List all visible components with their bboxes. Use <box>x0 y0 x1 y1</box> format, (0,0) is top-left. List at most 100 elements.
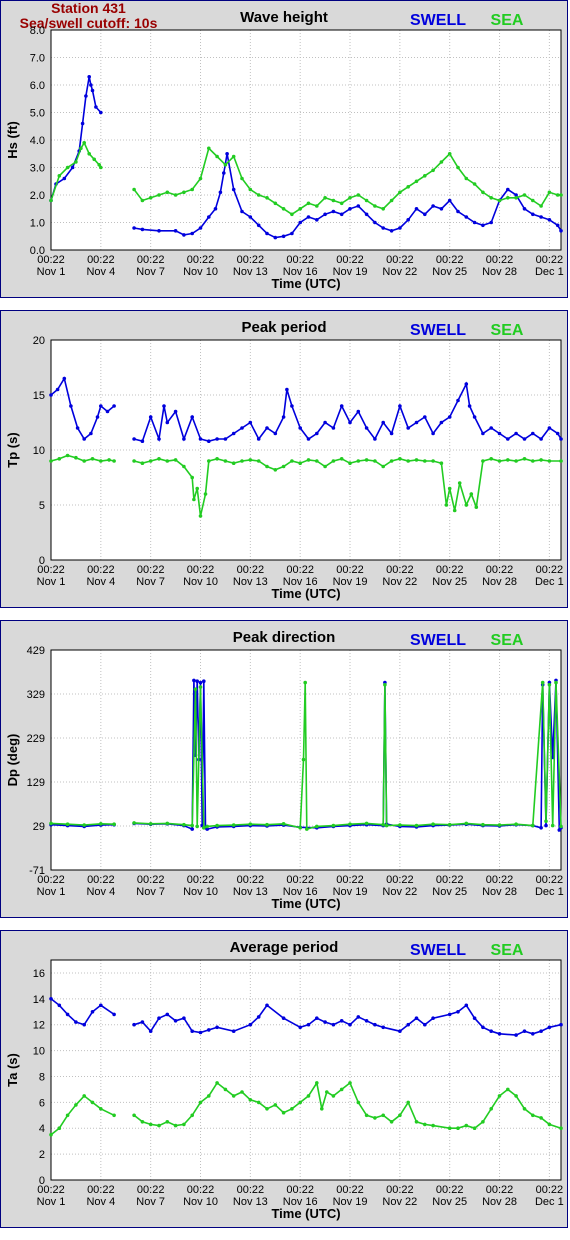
data-point-swell <box>132 437 136 441</box>
data-point-swell <box>132 1022 136 1027</box>
data-point-swell <box>373 220 377 225</box>
x-tick-date: Nov 25 <box>432 576 467 588</box>
data-point-sea <box>265 196 269 200</box>
data-point-swell <box>481 431 485 436</box>
data-point-swell <box>182 437 186 441</box>
data-point-swell <box>69 404 73 408</box>
data-point-sea <box>79 146 83 151</box>
data-point-sea <box>256 193 261 197</box>
x-tick-time: 00:22 <box>237 1184 265 1196</box>
data-point-sea <box>423 459 427 463</box>
data-point-swell <box>190 231 194 236</box>
data-point-swell <box>49 997 53 1001</box>
legend-swell: SWELL <box>410 942 466 959</box>
chart-title: Peak period <box>241 319 326 336</box>
data-point-swell <box>273 431 278 436</box>
x-tick-date: Nov 7 <box>136 576 165 588</box>
data-point-swell <box>265 426 269 430</box>
data-point-swell <box>215 1025 219 1030</box>
data-point-sea <box>298 826 303 830</box>
data-point-sea <box>452 508 457 513</box>
x-tick-time: 00:22 <box>187 1184 215 1196</box>
data-point-sea <box>303 680 308 685</box>
data-point-sea <box>547 190 552 195</box>
data-point-sea <box>522 1107 527 1111</box>
data-point-swell <box>559 229 563 233</box>
x-tick-date: Nov 22 <box>382 576 417 588</box>
y-tick-label: 1.0 <box>30 218 45 230</box>
data-point-swell <box>157 437 161 441</box>
data-point-swell <box>157 229 161 233</box>
data-point-sea <box>320 1107 324 1111</box>
data-point-sea <box>531 823 535 828</box>
data-point-swell <box>84 94 88 98</box>
chart-peak-direction: -712912922932942900:22Nov 100:22Nov 400:… <box>5 629 564 911</box>
data-point-sea <box>165 821 170 826</box>
data-point-sea <box>215 154 219 159</box>
data-point-swell <box>539 1029 543 1033</box>
data-point-swell <box>447 198 452 203</box>
data-point-swell <box>285 387 289 392</box>
data-point-sea <box>173 1123 178 1128</box>
data-point-sea <box>389 198 394 203</box>
data-point-swell <box>248 215 253 219</box>
data-point-sea <box>57 457 62 461</box>
x-tick-date: Nov 28 <box>482 886 517 898</box>
data-point-sea <box>148 1122 153 1127</box>
chart-title: Peak direction <box>233 629 336 646</box>
data-point-swell <box>481 1025 485 1030</box>
y-tick-label: 10 <box>33 445 45 457</box>
data-point-sea <box>559 824 563 829</box>
data-point-sea <box>140 461 145 465</box>
data-point-sea <box>57 174 62 178</box>
data-point-swell <box>472 415 477 419</box>
data-point-swell <box>157 1016 161 1020</box>
data-point-sea <box>384 823 389 828</box>
data-point-sea <box>325 1090 329 1094</box>
data-point-sea <box>315 824 319 829</box>
data-point-swell <box>190 1029 194 1033</box>
data-point-sea <box>192 497 196 502</box>
data-point-swell <box>373 1022 377 1027</box>
data-point-sea <box>205 824 209 829</box>
data-point-swell <box>74 1020 78 1024</box>
data-point-sea <box>431 168 435 173</box>
data-point-swell <box>406 1022 411 1027</box>
data-point-swell <box>364 212 369 217</box>
data-point-sea <box>256 1100 261 1105</box>
data-point-sea <box>531 459 535 463</box>
y-tick-label: 5 <box>39 500 45 512</box>
data-point-sea <box>331 823 336 828</box>
data-point-sea <box>193 687 198 691</box>
data-point-sea <box>49 198 53 203</box>
x-tick-time: 00:22 <box>436 874 464 886</box>
x-tick-date: Nov 7 <box>136 1196 165 1208</box>
y-tick-label: 329 <box>27 689 45 701</box>
data-point-sea <box>514 459 518 463</box>
data-point-sea <box>506 196 510 200</box>
data-point-sea <box>315 204 319 208</box>
data-point-swell <box>298 1025 303 1030</box>
data-point-sea <box>265 822 269 827</box>
data-point-sea <box>406 1100 411 1105</box>
data-point-sea <box>464 1123 469 1128</box>
data-point-sea <box>231 461 236 465</box>
data-point-swell <box>364 1019 369 1023</box>
data-point-swell <box>464 382 469 386</box>
data-point-sea <box>497 1094 502 1098</box>
data-point-sea <box>472 182 477 186</box>
data-point-sea <box>489 457 494 461</box>
data-point-swell <box>87 75 91 79</box>
data-point-sea <box>157 193 161 197</box>
x-tick-date: Dec 1 <box>535 266 564 278</box>
x-tick-date: Nov 1 <box>37 576 66 588</box>
data-point-swell <box>148 415 153 419</box>
data-point-sea <box>148 196 153 200</box>
data-point-sea <box>301 757 306 762</box>
data-point-swell <box>90 88 95 93</box>
data-point-swell <box>273 235 278 240</box>
data-point-sea <box>431 459 435 463</box>
data-point-swell <box>140 1020 145 1024</box>
data-point-sea <box>559 459 563 463</box>
data-point-swell <box>431 204 435 208</box>
